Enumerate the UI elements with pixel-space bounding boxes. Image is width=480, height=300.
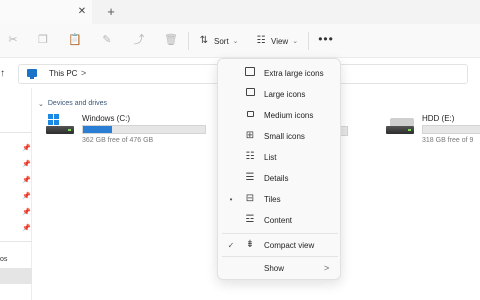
copy-icon[interactable]: ❐ — [36, 33, 50, 47]
menu-item-label: List — [264, 152, 277, 162]
large-icons-icon — [244, 88, 256, 100]
cut-icon[interactable]: ✂ — [6, 33, 20, 47]
sidebar-divider — [0, 132, 32, 133]
navigation-pane: 📌 📌 📌 📌 📌 📌 os — [0, 88, 32, 300]
drive-usage-bar — [82, 125, 206, 134]
view-label: View — [271, 36, 289, 46]
small-icons-icon: ⊞ — [245, 130, 255, 141]
command-bar: ✂ ❐ 📋 ✎ ⤴ 🗑 ⇅ Sort ⌄ ☷ View ⌄ ••• — [0, 24, 480, 58]
menu-divider — [222, 256, 338, 257]
tab-strip: ✕ + — [0, 0, 480, 24]
menu-item-compact-view[interactable]: ✓ ⇟ Compact view — [218, 235, 342, 255]
up-arrow-icon[interactable]: ↑ — [0, 67, 10, 81]
menu-item-list[interactable]: ☷ List — [218, 147, 342, 167]
hdd-drive-icon — [386, 114, 414, 136]
drive-free-space: 318 GB free of 9 — [422, 137, 474, 144]
menu-item-label: Tiles — [264, 194, 281, 204]
windows-drive-icon — [46, 114, 74, 136]
selected-dot-icon: • — [229, 194, 233, 204]
menu-item-label: Compact view — [264, 240, 315, 250]
chevron-down-icon: ⌄ — [292, 38, 299, 45]
pin-icon: 📌 — [22, 161, 31, 168]
more-options-icon[interactable]: ••• — [318, 33, 334, 47]
menu-item-tiles[interactable]: • ⊟ Tiles — [218, 189, 342, 209]
section-title: Devices and drives — [47, 100, 108, 107]
breadcrumb-this-pc[interactable]: This PC — [49, 69, 77, 78]
chevron-down-icon: ⌄ — [232, 38, 239, 45]
menu-item-medium-icons[interactable]: Medium icons — [218, 105, 342, 125]
content-icon: ☲ — [245, 214, 255, 225]
devices-and-drives-header[interactable]: ⌄ Devices and drives — [38, 100, 107, 108]
rename-icon[interactable]: ✎ — [100, 33, 114, 47]
menu-divider — [222, 233, 338, 234]
menu-item-label: Content — [264, 215, 293, 225]
drive-usage-bar — [422, 125, 480, 134]
menu-item-label: Large icons — [264, 89, 306, 99]
menu-item-label: Details — [264, 173, 289, 183]
drive-free-space: 362 GB free of 476 GB — [82, 137, 154, 144]
drive-e[interactable]: HDD (E:) 318 GB free of 9 — [386, 114, 480, 150]
tiles-icon: ⊟ — [245, 193, 255, 204]
pin-icon: 📌 — [22, 225, 31, 232]
menu-item-show[interactable]: Show > — [218, 258, 342, 278]
menu-item-label: Small icons — [264, 131, 305, 141]
menu-item-label: Show — [264, 263, 285, 273]
close-tab-icon[interactable]: ✕ — [76, 5, 88, 19]
medium-icons-icon — [244, 109, 256, 121]
sidebar-item-label[interactable]: os — [0, 256, 7, 263]
pin-icon: 📌 — [22, 177, 31, 184]
checkmark-icon: ✓ — [227, 240, 235, 250]
delete-icon[interactable]: 🗑 — [164, 33, 178, 47]
compact-view-icon: ⇟ — [245, 239, 255, 250]
drive-name: Windows (C:) — [82, 114, 131, 123]
pin-icon: 📌 — [22, 209, 31, 216]
extra-large-icons-icon — [244, 67, 256, 79]
active-tab[interactable]: ✕ — [0, 0, 92, 24]
menu-item-content[interactable]: ☲ Content — [218, 210, 342, 230]
menu-item-label: Extra large icons — [264, 68, 324, 78]
menu-item-extra-large-icons[interactable]: Extra large icons — [218, 63, 342, 83]
drive-usage-fill — [83, 126, 113, 133]
chevron-down-icon: ⌄ — [38, 101, 44, 108]
sidebar-divider — [0, 241, 32, 242]
list-icon: ☷ — [245, 151, 255, 162]
share-icon[interactable]: ⤴ — [132, 33, 146, 47]
toolbar-divider — [188, 32, 189, 50]
toolbar-divider — [308, 32, 309, 50]
chevron-right-icon: > — [324, 263, 330, 273]
sidebar-item-selected[interactable] — [0, 268, 32, 284]
drive-c[interactable]: Windows (C:) 362 GB free of 476 GB — [46, 114, 216, 150]
menu-item-details[interactable]: ☰ Details — [218, 168, 342, 188]
drive-name: HDD (E:) — [422, 114, 455, 123]
sort-icon: ⇅ — [199, 35, 209, 46]
pin-icon: 📌 — [22, 193, 31, 200]
view-icon: ☷ — [256, 35, 266, 46]
sort-button[interactable]: ⇅ Sort ⌄ — [198, 31, 239, 51]
pin-icon: 📌 — [22, 145, 31, 152]
paste-icon[interactable]: 📋 — [68, 33, 82, 47]
menu-item-small-icons[interactable]: ⊞ Small icons — [218, 126, 342, 146]
menu-item-large-icons[interactable]: Large icons — [218, 84, 342, 104]
this-pc-icon — [27, 69, 37, 79]
sort-label: Sort — [214, 36, 229, 46]
view-button[interactable]: ☷ View ⌄ — [255, 31, 299, 51]
details-icon: ☰ — [245, 172, 255, 183]
new-tab-icon[interactable]: + — [104, 4, 118, 20]
breadcrumb-chevron-icon[interactable]: > — [81, 68, 86, 78]
view-menu: Extra large icons Large icons Medium ico… — [217, 58, 341, 280]
menu-item-label: Medium icons — [264, 110, 314, 120]
